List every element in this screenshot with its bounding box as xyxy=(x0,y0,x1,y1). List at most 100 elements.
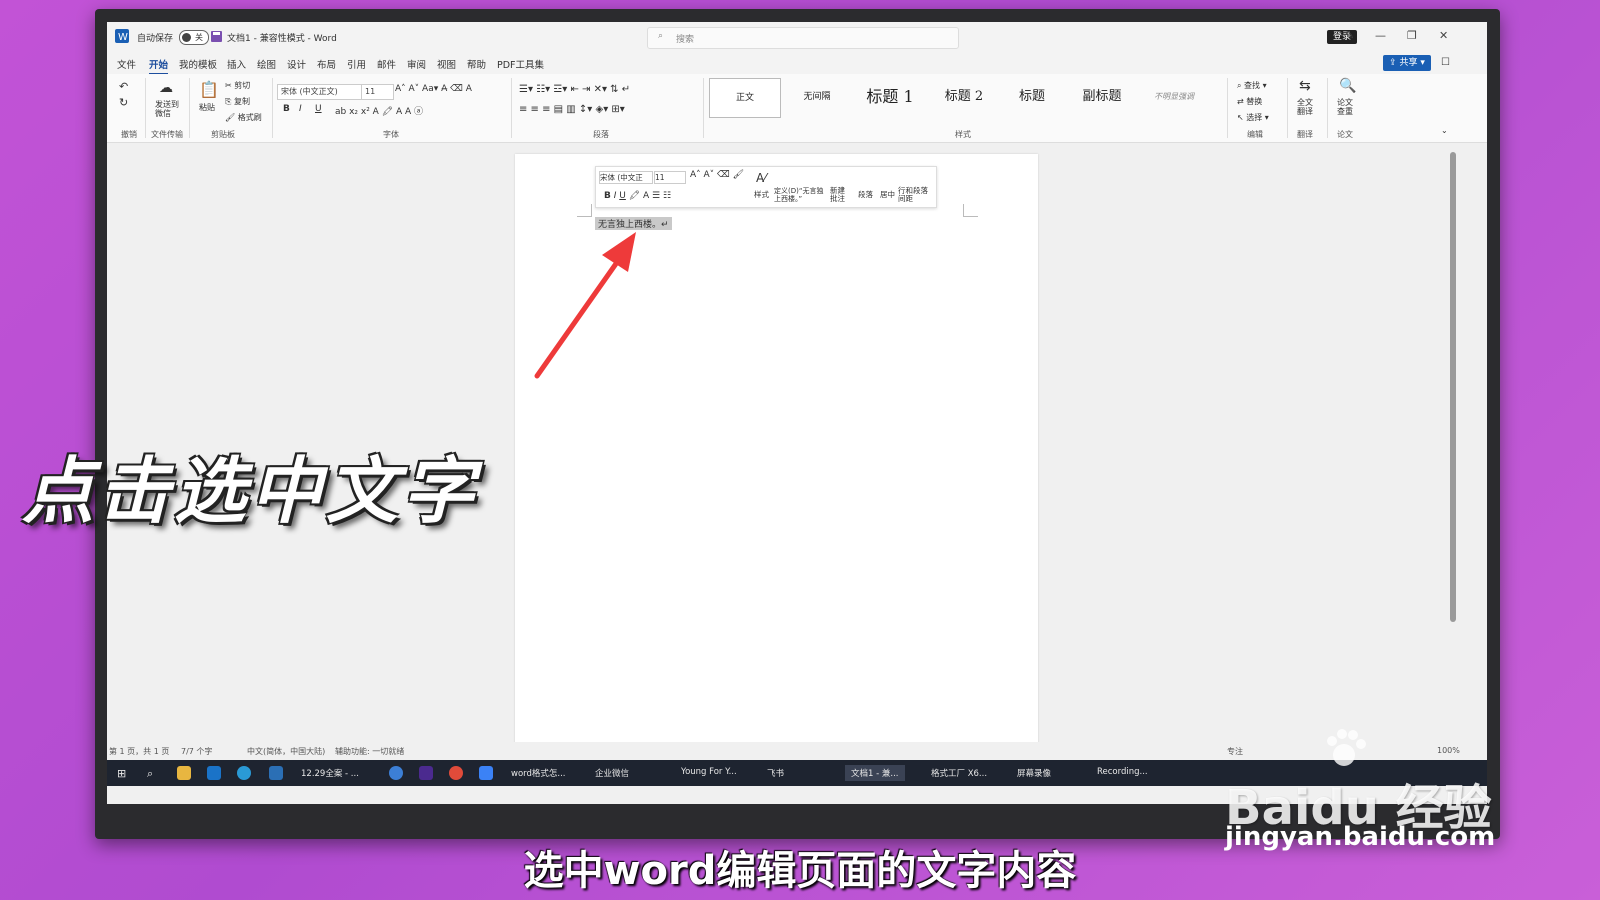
comments-icon[interactable]: ☐ xyxy=(1441,57,1450,68)
find-button[interactable]: ⌕ 查找 ▾ xyxy=(1237,80,1267,91)
text-effects-icons[interactable]: ab x₂ x² A 🖍 A A ⓐ xyxy=(335,104,423,117)
menu-pdf-tools[interactable]: PDF工具集 xyxy=(497,57,544,71)
taskbar-item-1[interactable]: 12.29全案 - ... xyxy=(301,767,359,779)
mini-new-comment-button[interactable]: 新建批注 xyxy=(830,187,848,203)
send-to-wechat-button[interactable]: 发送到微信 xyxy=(155,100,181,118)
page-count[interactable]: 第 1 页，共 1 页 xyxy=(109,746,169,757)
taskbar-item-9[interactable]: Recording... xyxy=(1097,767,1148,777)
paste-icon[interactable]: 📋 xyxy=(199,80,219,99)
replace-button[interactable]: ⇄ 替换 xyxy=(1237,96,1262,107)
group-paragraph: 段落 xyxy=(593,130,609,139)
italic-button[interactable]: I xyxy=(299,104,302,114)
menu-file[interactable]: 文件 xyxy=(117,57,136,71)
group-send: 文件传输 xyxy=(151,130,183,139)
autosave-toggle[interactable]: 关 xyxy=(179,30,209,45)
paper-check-button[interactable]: 论文查重 xyxy=(1337,98,1359,116)
menu-view[interactable]: 视图 xyxy=(437,57,456,71)
undo-icon[interactable]: ↶ xyxy=(119,80,128,93)
focus-mode[interactable]: 专注 xyxy=(1227,746,1243,757)
wechat-send-icon[interactable]: ☁ xyxy=(159,80,173,96)
share-button[interactable]: ⇪ 共享 ▾ xyxy=(1383,55,1431,71)
chrome-icon[interactable] xyxy=(449,766,463,780)
font-name-select[interactable]: 宋体 (中文正文) xyxy=(277,84,362,100)
style-heading-1[interactable]: 标题 1 xyxy=(853,78,927,116)
full-translate-button[interactable]: 全文翻译 xyxy=(1297,98,1319,116)
zoom-level[interactable]: 100% xyxy=(1437,746,1460,755)
menu-insert[interactable]: 插入 xyxy=(227,57,246,71)
accessibility-status[interactable]: 辅助功能: 一切就绪 xyxy=(335,746,404,757)
mini-define-button[interactable]: 定义(D)“无言独上西楼。” xyxy=(774,187,826,203)
taskbar-item-word[interactable]: 文档1 - 兼... xyxy=(845,765,905,781)
menu-draw[interactable]: 绘图 xyxy=(257,57,276,71)
style-subtle-emphasis[interactable]: 不明显强调 xyxy=(1141,78,1207,116)
mini-format-buttons[interactable]: B I U 🖍 A ☰ ☷ xyxy=(604,191,671,201)
taskbar-search-icon[interactable]: ⌕ xyxy=(147,767,153,781)
mini-paragraph-button[interactable]: 段落 xyxy=(858,189,873,200)
menu-templates[interactable]: 我的模板 xyxy=(179,57,217,71)
mini-font-size[interactable]: 11 xyxy=(654,171,686,184)
premiere-icon[interactable] xyxy=(419,766,433,780)
mini-font-name[interactable]: 宋体 (中文正 xyxy=(599,171,653,184)
save-icon[interactable] xyxy=(211,31,222,42)
collapse-ribbon-icon[interactable]: ⌄ xyxy=(1441,126,1448,135)
select-button[interactable]: ↖ 选择 ▾ xyxy=(1237,112,1269,123)
file-explorer-icon[interactable] xyxy=(177,766,191,780)
group-editing: 编辑 xyxy=(1247,130,1263,139)
feishu-icon[interactable] xyxy=(479,766,493,780)
browser-icon[interactable] xyxy=(237,766,251,780)
taskbar-item-2[interactable]: word格式怎... xyxy=(511,767,566,779)
copy-button[interactable]: ⎘ 复制 xyxy=(225,96,250,107)
search-box[interactable]: ⌕ 搜索 xyxy=(647,27,959,49)
language[interactable]: 中文(简体，中国大陆) xyxy=(247,746,325,757)
bold-button[interactable]: B xyxy=(283,104,290,114)
group-font: 字体 xyxy=(383,130,399,139)
paper-check-icon[interactable]: 🔍 xyxy=(1339,78,1356,94)
mail-icon[interactable] xyxy=(207,766,221,780)
alignment-buttons[interactable]: ≡ ≡ ≡ ▤ ▥ ↕▾ ◈▾ ⊞▾ xyxy=(519,104,625,115)
mini-styles-icon[interactable]: A⁄ xyxy=(756,171,766,185)
mini-styles-label[interactable]: 样式 xyxy=(754,189,769,200)
menu-references[interactable]: 引用 xyxy=(347,57,366,71)
group-paper: 论文 xyxy=(1337,130,1353,139)
menu-layout[interactable]: 布局 xyxy=(317,57,336,71)
taskbar-item-7[interactable]: 格式工厂 X6... xyxy=(931,767,987,779)
menu-review[interactable]: 审阅 xyxy=(407,57,426,71)
word-count[interactable]: 7/7 个字 xyxy=(181,746,212,757)
cut-button[interactable]: ✂ 剪切 xyxy=(225,80,250,91)
mini-center-button[interactable]: 居中 xyxy=(880,189,895,200)
menu-help[interactable]: 帮助 xyxy=(467,57,486,71)
photoshop-icon[interactable] xyxy=(269,766,283,780)
style-title[interactable]: 标题 xyxy=(1001,78,1063,116)
taskbar-item-5[interactable]: 飞书 xyxy=(767,767,784,779)
minimize-icon[interactable]: — xyxy=(1375,29,1386,42)
mini-font-tools[interactable]: A˄ A˅ ⌫ 🖌 xyxy=(690,170,744,180)
list-buttons[interactable]: ☰▾ ☷▾ ☲▾ ⇤ ⇥ ✕▾ ⇅ ↵ xyxy=(519,84,630,95)
paste-button[interactable]: 粘贴 xyxy=(199,102,215,113)
vertical-scrollbar[interactable] xyxy=(1450,152,1456,622)
style-heading-2[interactable]: 标题 2 xyxy=(931,78,997,116)
redo-icon[interactable]: ↻ xyxy=(119,96,128,109)
start-icon[interactable]: ⊞ xyxy=(117,767,126,780)
app-icon[interactable] xyxy=(389,766,403,780)
close-icon[interactable]: ✕ xyxy=(1439,29,1448,42)
menu-mailings[interactable]: 邮件 xyxy=(377,57,396,71)
font-size-select[interactable]: 11 xyxy=(361,84,394,100)
format-painter-button[interactable]: 🖌 格式刷 xyxy=(225,112,262,123)
style-subtitle[interactable]: 副标题 xyxy=(1067,78,1137,116)
translate-icon[interactable]: ⇆ xyxy=(1299,78,1311,94)
word-window: W 自动保存 关 文档1 - 兼容性模式 - Word ⌕ 搜索 登录 ✎ — … xyxy=(107,22,1487,804)
style-normal[interactable]: 正文 xyxy=(709,78,781,118)
taskbar-item-8[interactable]: 屏幕录像 xyxy=(1017,767,1051,779)
document-page[interactable]: 宋体 (中文正 11 A˄ A˅ ⌫ 🖌 B I U 🖍 A ☰ ☷ A⁄ 样式… xyxy=(515,154,1038,784)
menu-design[interactable]: 设计 xyxy=(287,57,306,71)
font-size-tools[interactable]: A˄ A˅ Aa▾ A̶ ⌫ A xyxy=(395,84,472,94)
restore-icon[interactable]: ❐ xyxy=(1407,29,1417,42)
underline-button[interactable]: U xyxy=(315,104,322,114)
pen-icon[interactable]: ✎ xyxy=(1345,29,1354,42)
selected-text[interactable]: 无言独上西楼。↵ xyxy=(595,217,672,230)
taskbar-item-3[interactable]: 企业微信 xyxy=(595,767,629,779)
style-no-spacing[interactable]: 无间隔 xyxy=(785,78,849,116)
menu-home[interactable]: 开始 xyxy=(149,57,169,75)
taskbar-item-4[interactable]: Young For Y... xyxy=(681,767,737,777)
mini-line-spacing-button[interactable]: 行和段落间距 xyxy=(898,187,932,203)
